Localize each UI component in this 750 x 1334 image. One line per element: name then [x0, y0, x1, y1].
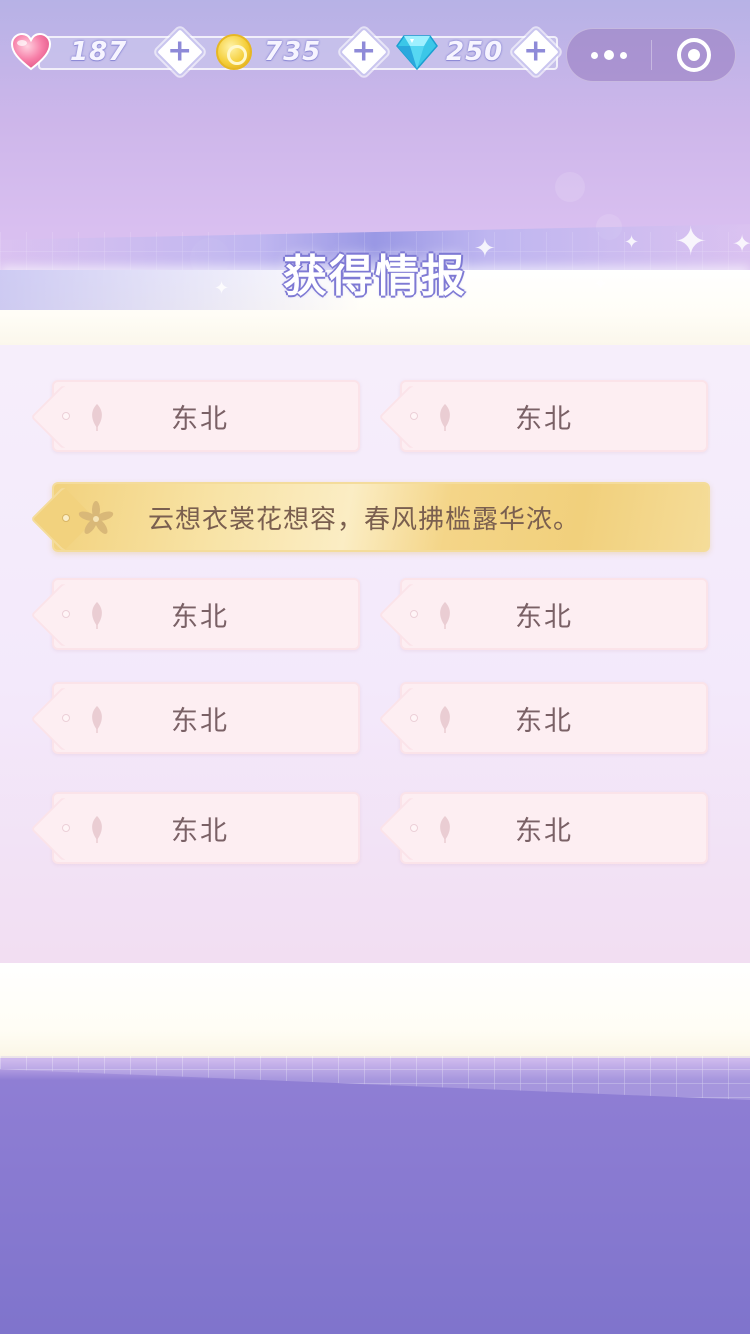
leaf-icon: [92, 602, 102, 629]
option-button[interactable]: 东北: [52, 682, 360, 754]
flower-icon: [78, 501, 114, 534]
option-label: 东北: [171, 705, 229, 737]
option-button[interactable]: 东北: [400, 792, 708, 864]
hearts-counter: 187: [70, 28, 127, 76]
tag-hole: [62, 514, 70, 522]
diamond-icon: [396, 35, 438, 70]
option-label: 东北: [515, 815, 573, 847]
floor-grid-decoration: [0, 1056, 750, 1100]
close-miniprogram-button[interactable]: [652, 29, 735, 81]
leaf-icon: [440, 706, 450, 733]
more-icon-dot: [591, 51, 598, 59]
tag-hole: [410, 610, 418, 618]
miniprogram-capsule: [566, 28, 736, 82]
close-circle-icon: [676, 38, 711, 72]
plus-icon: +: [351, 33, 377, 69]
bokeh-light: [555, 172, 585, 202]
option-button[interactable]: 东北: [52, 380, 360, 452]
coin-icon: [216, 34, 252, 70]
option-button[interactable]: 东北: [52, 792, 360, 864]
more-menu-button[interactable]: [567, 29, 651, 81]
leaf-icon: [92, 816, 102, 843]
leaf-icon: [92, 404, 102, 431]
tag-hole: [410, 412, 418, 420]
hearts-value: 187: [70, 37, 128, 67]
sparkle-icon: ✦: [214, 278, 230, 299]
tag-hole: [62, 412, 70, 420]
option-label: 东北: [171, 601, 229, 633]
option-label: 东北: [515, 705, 573, 737]
tag-hole: [62, 824, 70, 832]
option-button[interactable]: 东北: [400, 380, 708, 452]
more-icon-dot: [604, 50, 614, 60]
option-label: 东北: [171, 403, 229, 435]
sparkle-icon: ✦: [594, 274, 608, 293]
sparkle-icon: ✦: [474, 234, 496, 264]
coins-value: 735: [264, 37, 322, 67]
sparkle-icon: ✦: [732, 230, 750, 258]
diamonds-counter: 250: [446, 28, 503, 76]
tag-hole: [62, 610, 70, 618]
leaf-icon: [92, 706, 102, 733]
option-button[interactable]: 东北: [400, 578, 708, 650]
coins-counter: 735: [264, 28, 321, 76]
tag-hole: [410, 714, 418, 722]
heart-icon: [10, 32, 52, 71]
tag-hole: [62, 714, 70, 722]
leaf-icon: [440, 602, 450, 629]
panel-bottom-band: [0, 963, 750, 1058]
leaf-icon: [440, 404, 450, 431]
clue-text: 云想衣裳花想容，春风拂槛露华浓。: [148, 504, 581, 535]
more-icon-dot: [620, 51, 627, 59]
leaf-icon: [440, 816, 450, 843]
resource-bar: 187 + 735 + 250 +: [10, 26, 562, 78]
plus-icon: +: [523, 33, 549, 69]
diamonds-value: 250: [446, 37, 504, 67]
option-button[interactable]: 东北: [400, 682, 708, 754]
option-label: 东北: [171, 815, 229, 847]
tag-hole: [410, 824, 418, 832]
sparkle-icon: ✦: [624, 232, 640, 253]
sparkle-icon: ✦: [674, 219, 708, 265]
obtained-clue-banner: 云想衣裳花想容，春风拂槛露华浓。: [52, 482, 710, 552]
option-label: 东北: [515, 403, 573, 435]
plus-icon: +: [167, 33, 193, 69]
option-button[interactable]: 东北: [52, 578, 360, 650]
option-label: 东北: [515, 601, 573, 633]
